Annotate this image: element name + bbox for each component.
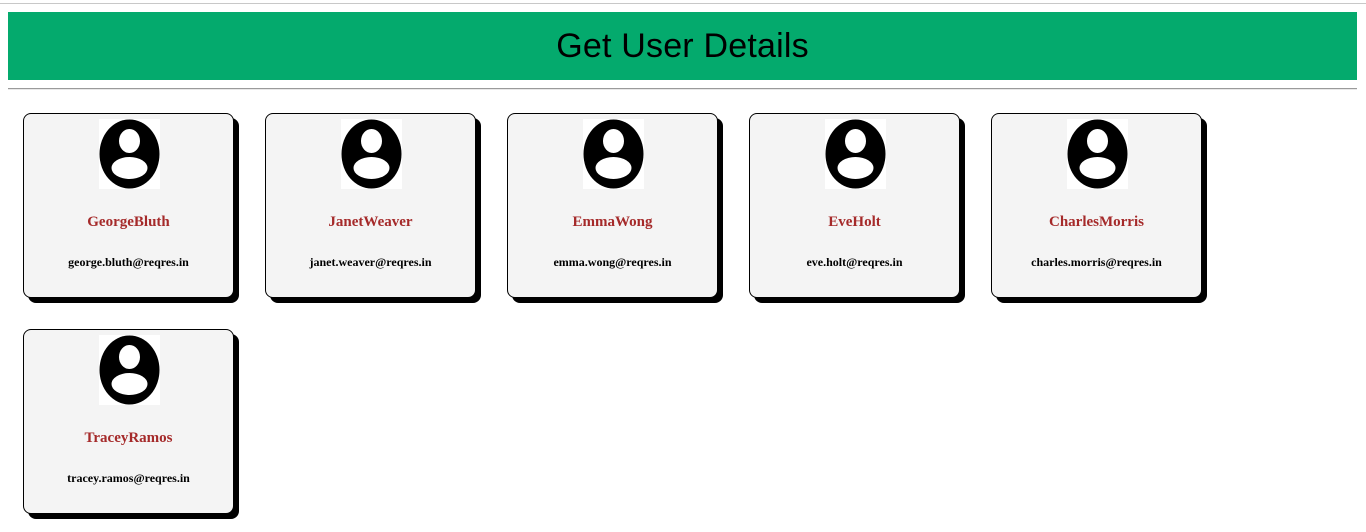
user-email: emma.wong@reqres.in bbox=[553, 255, 672, 269]
user-avatar-icon bbox=[583, 119, 644, 189]
page-header: Get User Details bbox=[8, 12, 1357, 80]
user-email: tracey.ramos@reqres.in bbox=[67, 471, 190, 485]
header-divider bbox=[8, 88, 1357, 90]
user-avatar-icon bbox=[1067, 119, 1128, 189]
user-card: EveHolt eve.holt@reqres.in bbox=[749, 113, 960, 298]
user-email: eve.holt@reqres.in bbox=[806, 255, 903, 269]
page-title: Get User Details bbox=[556, 26, 809, 65]
user-name: JanetWeaver bbox=[328, 214, 413, 230]
user-avatar-icon bbox=[99, 119, 160, 189]
user-name: TraceyRamos bbox=[84, 430, 173, 446]
user-name: CharlesMorris bbox=[1049, 214, 1144, 230]
user-email: janet.weaver@reqres.in bbox=[309, 255, 432, 269]
user-card: JanetWeaver janet.weaver@reqres.in bbox=[265, 113, 476, 298]
user-avatar-icon bbox=[825, 119, 886, 189]
user-name: GeorgeBluth bbox=[87, 214, 170, 230]
user-avatar-icon bbox=[341, 119, 402, 189]
user-name: EmmaWong bbox=[572, 214, 653, 230]
user-card: EmmaWong emma.wong@reqres.in bbox=[507, 113, 718, 298]
top-rule bbox=[0, 3, 1366, 4]
user-avatar-icon bbox=[99, 335, 160, 405]
user-email: george.bluth@reqres.in bbox=[68, 255, 189, 269]
user-card: TraceyRamos tracey.ramos@reqres.in bbox=[23, 329, 234, 514]
user-email: charles.morris@reqres.in bbox=[1031, 255, 1162, 269]
user-name: EveHolt bbox=[828, 214, 881, 230]
user-card: CharlesMorris charles.morris@reqres.in bbox=[991, 113, 1202, 298]
user-card: GeorgeBluth george.bluth@reqres.in bbox=[23, 113, 234, 298]
